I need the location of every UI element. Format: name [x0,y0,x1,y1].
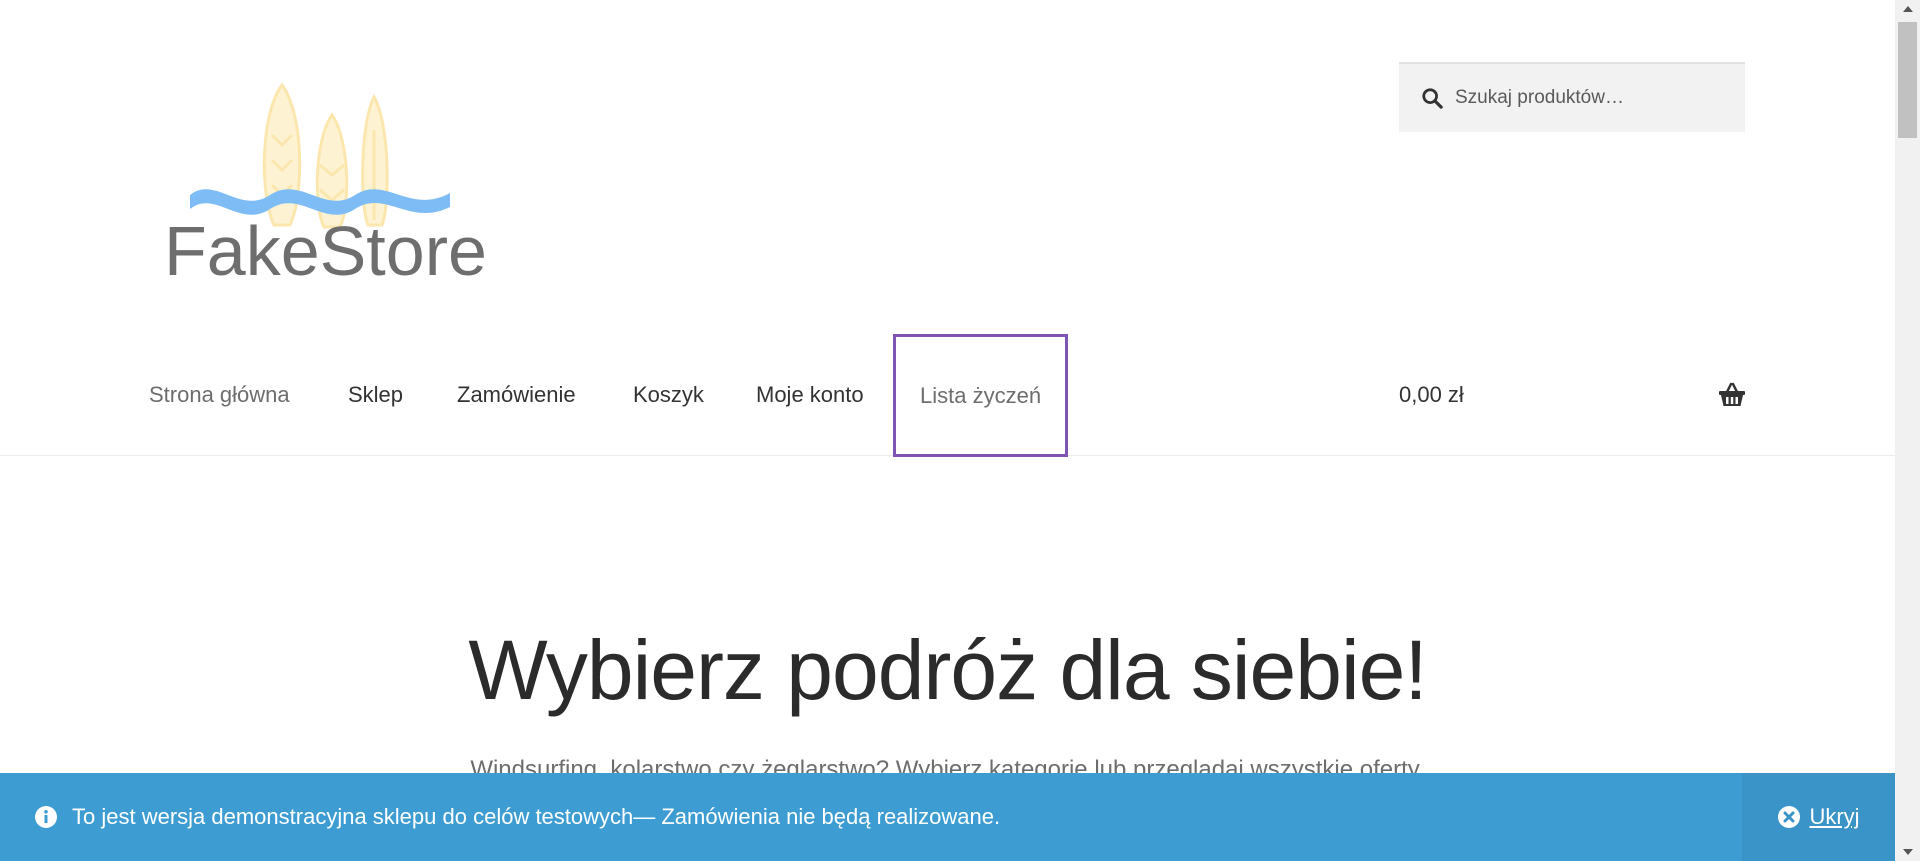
primary-navigation: Strona główna Sklep Zamówienie Koszyk Mo… [0,334,1895,457]
close-circle-icon [1777,805,1801,829]
nav-item-my-account[interactable]: Moje konto [756,334,864,456]
notice-message: To jest wersja demonstracyjna sklepu do … [34,773,1000,861]
dismiss-notice-button[interactable]: Ukryj [1742,773,1895,861]
nav-item-cart[interactable]: Koszyk [633,334,704,456]
cart-total[interactable]: 0,00 zł [1399,334,1464,456]
nav-item-shop[interactable]: Sklep [348,334,403,456]
scroll-up-arrow-icon[interactable] [1895,0,1920,18]
vertical-scrollbar[interactable] [1895,0,1920,861]
search-icon[interactable] [1421,87,1443,109]
basket-icon[interactable] [1718,382,1746,408]
hero-title: Wybierz podróż dla siebie! [468,623,1427,717]
nav-item-home[interactable]: Strona główna [149,334,290,456]
svg-text:FakeStore: FakeStore [164,212,487,290]
dismiss-label: Ukryj [1809,804,1860,829]
scroll-down-arrow-icon[interactable] [1895,843,1920,861]
info-icon [34,805,58,829]
fakestore-logo-image: FakeStore [164,82,487,290]
page: FakeStore Strona główna Sklep Zamówienie… [0,0,1895,861]
nav-item-wishlist[interactable]: Lista życzeń [893,334,1069,457]
notice-text: To jest wersja demonstracyjna sklepu do … [72,804,1001,829]
demo-store-notice: To jest wersja demonstracyjna sklepu do … [0,773,1895,861]
search-input[interactable] [1455,87,1725,109]
nav-item-order[interactable]: Zamówienie [457,334,576,456]
site-logo[interactable]: FakeStore [160,75,490,290]
product-search [1399,62,1745,132]
scrollbar-thumb[interactable] [1898,22,1917,138]
